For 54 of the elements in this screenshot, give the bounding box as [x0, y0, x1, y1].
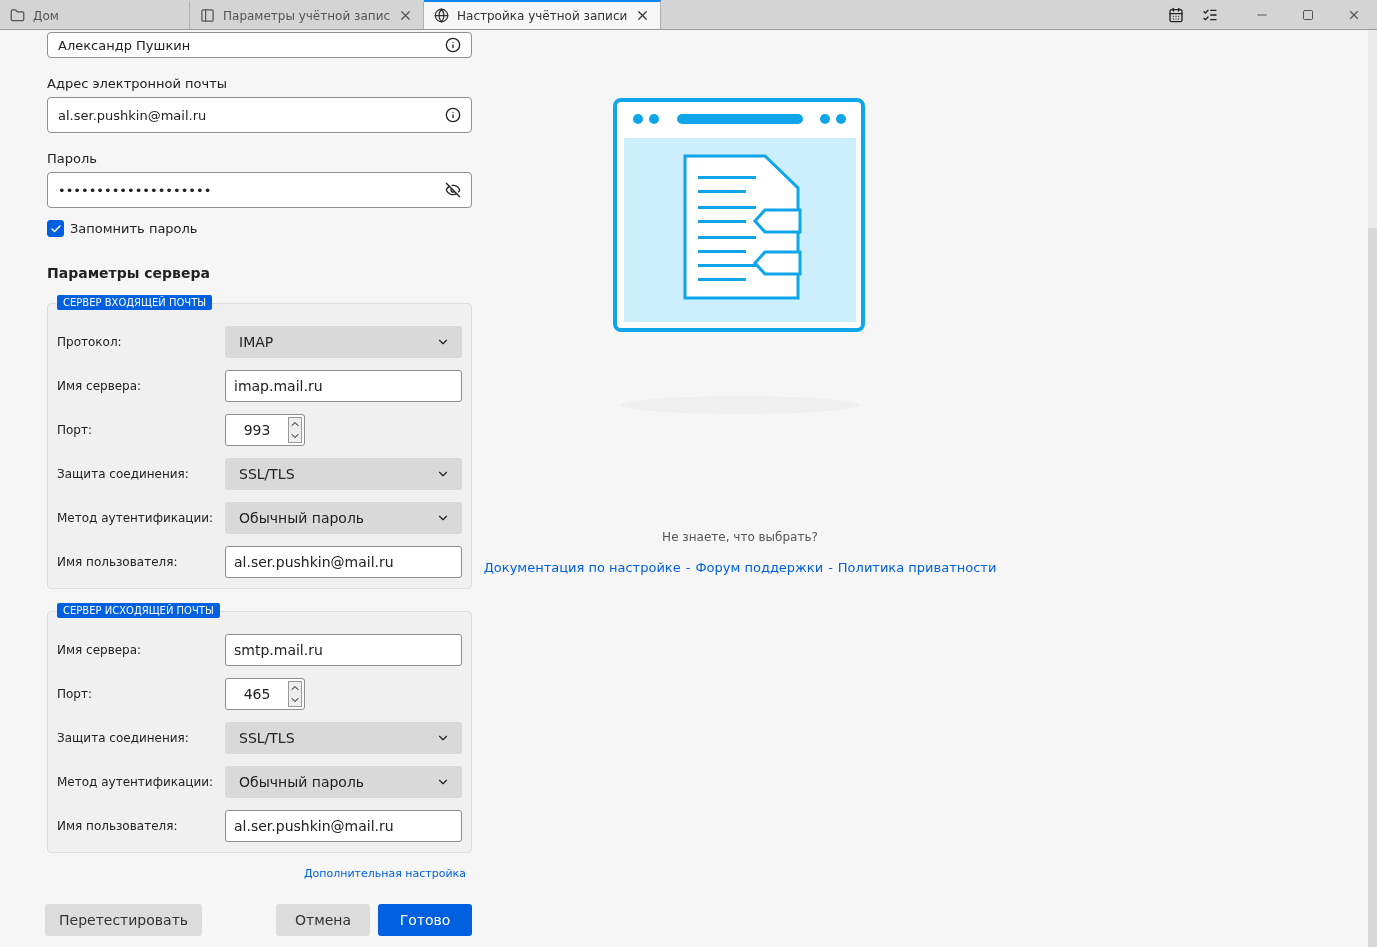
email-field[interactable]: al.ser.pushkin@mail.ru [47, 97, 472, 133]
globe-icon [434, 8, 450, 23]
help-link[interactable]: Политика приватности [837, 560, 997, 575]
password-field[interactable]: •••••••••••••••••••• [47, 172, 472, 208]
link-separator: - [685, 560, 691, 575]
panel-legend: СЕРВЕР ВХОДЯЩЕЙ ПОЧТЫ [57, 295, 213, 310]
field-label: Защита соединения: [57, 731, 190, 745]
scrollbar-thumb[interactable] [1368, 228, 1377, 947]
maximize-icon[interactable] [1302, 8, 1314, 21]
number-field[interactable]: 465 [225, 678, 305, 710]
panel-legend: СЕРВЕР ИСХОДЯЩЕЙ ПОЧТЫ [57, 603, 220, 618]
field-label: Протокол: [57, 335, 123, 349]
field-label: Защита соединения: [57, 467, 190, 481]
dropdown[interactable]: SSL/TLS [225, 722, 462, 754]
field-label: Адрес электронной почты [47, 76, 228, 91]
section-heading: Параметры сервера [47, 265, 211, 281]
eye-slash-icon[interactable] [445, 182, 461, 198]
info-icon [445, 107, 461, 123]
advanced-settings-link[interactable]: Дополнительная настройка [304, 867, 466, 880]
button[interactable]: Отмена [276, 904, 370, 936]
input-field[interactable]: imap.mail.ru [225, 370, 462, 402]
field-label: Метод аутентификации: [57, 775, 215, 789]
dropdown[interactable]: Обычный пароль [225, 766, 462, 798]
field-label: Имя сервера: [57, 643, 143, 657]
input-field[interactable]: smtp.mail.ru [225, 634, 462, 666]
field-label: Имя сервера: [57, 379, 143, 393]
button[interactable]: Перетестировать [45, 904, 203, 936]
checkmark-icon [49, 222, 62, 235]
field-label: Метод аутентификации: [57, 511, 215, 525]
input-field[interactable]: al.ser.pushkin@mail.ru [225, 810, 462, 842]
field-label: Пароль [47, 151, 98, 166]
help-link[interactable]: Форум поддержки [695, 560, 824, 575]
name-field[interactable]: Александр Пушкин [47, 32, 472, 58]
checkbox[interactable] [47, 220, 64, 237]
dropdown[interactable]: Обычный пароль [225, 502, 462, 534]
field-label: Порт: [57, 423, 93, 437]
field-label: Имя пользователя: [57, 819, 179, 833]
info-icon [445, 37, 461, 53]
tab[interactable]: Настройка учётной записи [424, 0, 662, 29]
help-question: Не знаете, что выбрать? [662, 530, 818, 544]
number-field[interactable]: 993 [225, 414, 305, 446]
input-field[interactable]: al.ser.pushkin@mail.ru [225, 546, 462, 578]
button[interactable]: Готово [378, 904, 472, 936]
checkbox-label: Запомнить пароль [70, 221, 198, 236]
dropdown[interactable]: IMAP [225, 326, 462, 358]
field-label: Имя пользователя: [57, 555, 179, 569]
folder-icon [10, 8, 25, 23]
field-label: Порт: [57, 687, 93, 701]
panel-icon [200, 8, 215, 23]
help-link[interactable]: Документация по настройке [483, 560, 681, 575]
link-separator: - [828, 560, 833, 575]
tab[interactable]: Дом [0, 0, 190, 29]
dropdown[interactable]: SSL/TLS [225, 458, 462, 490]
calendar-icon[interactable] [1168, 6, 1184, 23]
